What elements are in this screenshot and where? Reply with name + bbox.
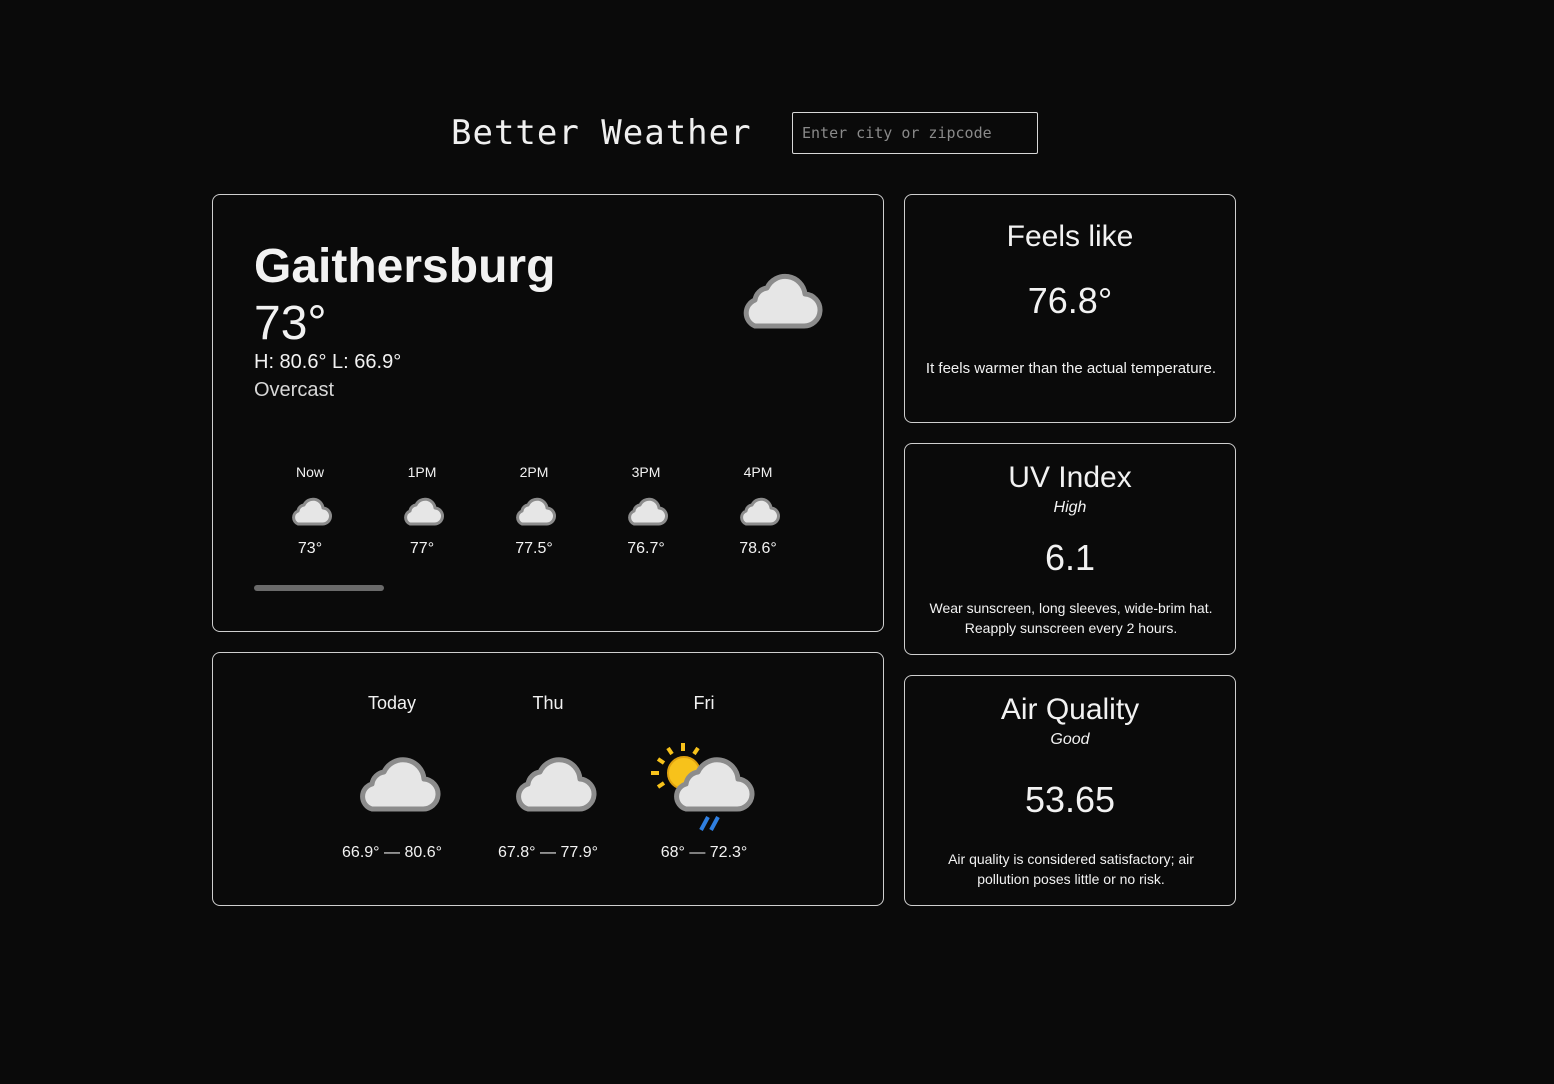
high-temp: H: 80.6° <box>254 351 327 373</box>
uv-index-level: High <box>1053 499 1087 516</box>
cloud-icon <box>360 757 441 812</box>
air-quality-level: Good <box>1050 731 1090 748</box>
day-temp-range: 68° — 72.3° <box>660 844 748 861</box>
uv-index-title: UV Index <box>1008 461 1132 494</box>
feels-like-title: Feels like <box>1006 220 1134 253</box>
day-label: Today <box>367 693 417 713</box>
sun-cloud-rain-icon <box>651 743 755 831</box>
hour-label: 4PM <box>743 464 773 480</box>
cloud-icon <box>404 497 444 526</box>
uv-index-description: Wear sunscreen, long sleeves, wide-brim … <box>929 600 1213 636</box>
header: Better Weather <box>0 0 1554 180</box>
hourly-scrollbar[interactable] <box>254 585 384 591</box>
daily-item: Thu 67.8° — 77.9° <box>470 691 626 863</box>
cloud-icon <box>740 497 780 526</box>
hour-temp: 73° <box>297 540 323 557</box>
day-temp-range: 67.8° — 77.9° <box>498 844 598 861</box>
uv-index-card: UV Index High 6.1 Wear sunscreen, long s… <box>904 443 1236 655</box>
feels-like-value: 76.8° <box>1027 280 1113 321</box>
hourly-forecast[interactable]: Now 73° 1PM 77° 2PM 77.5° 3PM 76.7° 4PM … <box>254 463 814 573</box>
hour-temp: 77.5° <box>515 540 553 557</box>
hour-temp: 77° <box>409 540 435 557</box>
air-quality-value: 53.65 <box>1024 779 1116 820</box>
search-input[interactable] <box>792 112 1038 154</box>
air-quality-description: Air quality is considered satisfactory; … <box>948 851 1194 887</box>
daily-item: Fri 68° — 72.3° <box>626 691 782 863</box>
day-temp-range: 66.9° — 80.6° <box>342 844 442 861</box>
condition-text: Overcast <box>254 379 335 401</box>
uv-index-value: 6.1 <box>1044 537 1096 578</box>
daily-forecast-card: Today 66.9° — 80.6° Thu 67.8° — 77.9° Fr… <box>212 652 884 906</box>
hour-temp: 76.7° <box>627 540 665 557</box>
current-weather-card: Gaithersburg 73° H: 80.6° L: 66.9° Overc… <box>212 194 884 632</box>
feels-like-card: Feels like 76.8° It feels warmer than th… <box>904 194 1236 423</box>
day-label: Thu <box>532 693 564 713</box>
cloud-icon <box>292 497 332 526</box>
hourly-item: 4PM 78.6° <box>702 463 814 559</box>
hourly-item: 1PM 77° <box>366 463 478 559</box>
cloud-icon <box>628 497 668 526</box>
low-temp: L: 66.9° <box>332 351 402 373</box>
city-name: Gaithersburg <box>254 240 556 293</box>
hourly-item: 3PM 76.7° <box>590 463 702 559</box>
day-label: Fri <box>693 693 715 713</box>
hour-label: 2PM <box>519 464 549 480</box>
current-temperature: 73° <box>254 297 327 350</box>
daily-item: Today 66.9° — 80.6° <box>314 691 470 863</box>
feels-like-description: It feels warmer than the actual temperat… <box>925 360 1217 377</box>
cloud-icon <box>516 497 556 526</box>
hour-temp: 78.6° <box>739 540 777 557</box>
cloud-icon <box>743 273 823 329</box>
air-quality-title: Air Quality <box>1000 693 1140 726</box>
hour-label: 3PM <box>631 464 661 480</box>
app-title: Better Weather <box>451 113 752 153</box>
hour-label: 1PM <box>407 464 437 480</box>
hourly-item: Now 73° <box>254 463 366 559</box>
cloud-icon <box>516 757 597 812</box>
hour-label: Now <box>295 464 324 480</box>
hourly-item: 2PM 77.5° <box>478 463 590 559</box>
air-quality-card: Air Quality Good 53.65 Air quality is co… <box>904 675 1236 906</box>
high-low: H: 80.6° L: 66.9° <box>254 349 401 375</box>
